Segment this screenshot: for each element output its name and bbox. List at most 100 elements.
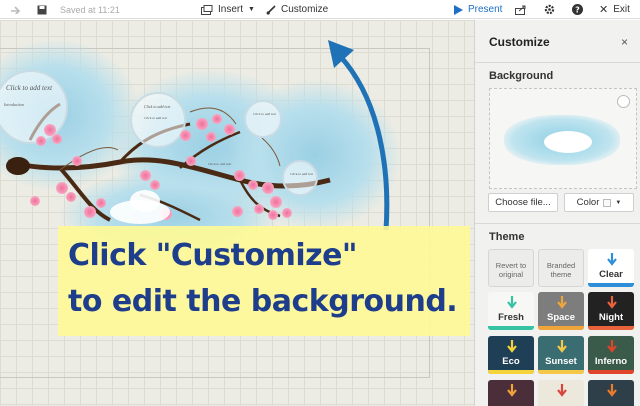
customize-panel: Customize × Background Choose file... Co… xyxy=(474,20,640,406)
theme-arrow-icon xyxy=(557,384,567,397)
theme-tile[interactable]: Clear xyxy=(588,249,634,287)
help-icon[interactable]: ? xyxy=(572,0,583,19)
chevron-down-icon: ▼ xyxy=(615,199,622,206)
blossom xyxy=(180,130,191,141)
theme-name: Revert to original xyxy=(495,261,527,279)
svg-text:?: ? xyxy=(575,6,580,15)
blossom xyxy=(72,156,82,166)
blossom xyxy=(234,170,245,181)
exit-button[interactable]: ✕ Exit xyxy=(599,0,630,19)
theme-name: Sunset xyxy=(545,356,577,367)
blossom xyxy=(84,206,96,218)
settings-gear-icon[interactable] xyxy=(544,0,555,19)
background-heading: Background xyxy=(475,62,640,86)
theme-accent-stripe xyxy=(588,370,634,374)
insert-label: Insert xyxy=(218,4,244,15)
customize-label: Customize xyxy=(281,4,329,15)
presentation-canvas[interactable]: Click to add text Introduction Click to … xyxy=(0,20,474,406)
blossom xyxy=(56,182,68,194)
callout-arrow-icon xyxy=(328,40,390,231)
theme-tile[interactable] xyxy=(588,380,634,406)
blossom xyxy=(196,118,208,130)
theme-tile[interactable] xyxy=(538,380,584,406)
theme-arrow-icon xyxy=(507,340,517,353)
customize-button[interactable]: Customize xyxy=(266,0,328,19)
background-preview[interactable] xyxy=(489,88,637,189)
theme-arrow-icon xyxy=(607,340,617,353)
panel-close-button[interactable]: × xyxy=(621,35,628,49)
cloud-shape xyxy=(130,190,160,212)
blossom xyxy=(262,182,274,194)
save-icon[interactable] xyxy=(37,0,47,19)
color-label: Color xyxy=(576,197,600,208)
blossom xyxy=(254,204,264,214)
blossom xyxy=(282,208,292,218)
blossom xyxy=(52,134,62,144)
bubble-title: Click to add text xyxy=(6,84,53,92)
theme-tile[interactable]: Sunset xyxy=(538,336,584,374)
brush-icon xyxy=(266,4,276,15)
color-swatch xyxy=(603,198,612,207)
theme-name: Space xyxy=(547,312,575,323)
theme-tile[interactable]: Inferno xyxy=(588,336,634,374)
theme-accent-stripe xyxy=(488,370,534,374)
blossom xyxy=(206,132,216,142)
top-toolbar: Saved at 11:21 Insert ▼ Customize Presen… xyxy=(0,0,640,19)
panel-title: Customize xyxy=(489,35,550,49)
theme-arrow-icon xyxy=(507,296,517,309)
callout-line-1: Click "Customize" xyxy=(68,238,358,273)
trash-icon[interactable] xyxy=(617,95,630,108)
theme-arrow-icon xyxy=(607,384,617,397)
topic-bubble[interactable] xyxy=(244,100,282,138)
blossom xyxy=(270,196,282,208)
chevron-down-icon: ▼ xyxy=(248,6,255,13)
present-label: Present xyxy=(468,4,503,15)
color-button[interactable]: Color ▼ xyxy=(564,193,634,212)
theme-accent-stripe xyxy=(488,326,534,330)
preview-cloud xyxy=(544,131,592,153)
theme-tile[interactable]: Night xyxy=(588,292,634,330)
insert-button[interactable]: Insert ▼ xyxy=(201,0,255,19)
close-icon: ✕ xyxy=(599,4,609,16)
theme-tile[interactable]: Eco xyxy=(488,336,534,374)
callout-line-2: to edit the background. xyxy=(68,284,458,319)
bubble-title: Click to add text xyxy=(253,112,277,116)
blossom xyxy=(36,136,46,146)
theme-accent-stripe xyxy=(538,370,584,374)
share-icon[interactable] xyxy=(515,0,527,19)
choose-file-label: Choose file... xyxy=(495,197,551,208)
theme-name: Branded theme xyxy=(546,261,576,279)
redo-icon[interactable] xyxy=(10,0,21,19)
saved-status: Saved at 11:21 xyxy=(60,4,120,15)
theme-tile[interactable]: Branded theme xyxy=(538,249,584,287)
bubble-subtitle: Click to add text xyxy=(144,116,168,120)
blossom xyxy=(150,180,160,190)
present-button[interactable]: Present xyxy=(454,0,502,19)
theme-name: Clear xyxy=(599,269,623,280)
theme-heading: Theme xyxy=(475,223,640,247)
theme-tile[interactable]: Fresh xyxy=(488,292,534,330)
topic-bubble[interactable] xyxy=(130,92,186,148)
theme-tile[interactable]: Revert to original xyxy=(488,249,534,287)
bubble-title: Click to add text xyxy=(144,104,171,109)
theme-tile[interactable]: Space xyxy=(538,292,584,330)
blossom xyxy=(232,206,243,217)
theme-name: Eco xyxy=(502,356,520,367)
blossom xyxy=(66,192,76,202)
choose-file-button[interactable]: Choose file... xyxy=(488,193,558,212)
theme-name: Night xyxy=(598,312,624,323)
theme-accent-stripe xyxy=(588,326,634,330)
theme-name: Inferno xyxy=(594,356,628,367)
theme-arrow-icon xyxy=(607,253,617,266)
blossom xyxy=(268,210,278,220)
theme-name: Fresh xyxy=(498,312,524,323)
theme-tile[interactable] xyxy=(488,380,534,406)
play-icon xyxy=(454,4,463,15)
hint-text: Click to add text xyxy=(208,162,232,166)
blossom xyxy=(186,156,196,166)
blossom xyxy=(212,114,222,124)
theme-arrow-icon xyxy=(607,296,617,309)
theme-accent-stripe xyxy=(538,326,584,330)
blossom xyxy=(224,124,235,135)
theme-accent-stripe xyxy=(588,283,634,287)
